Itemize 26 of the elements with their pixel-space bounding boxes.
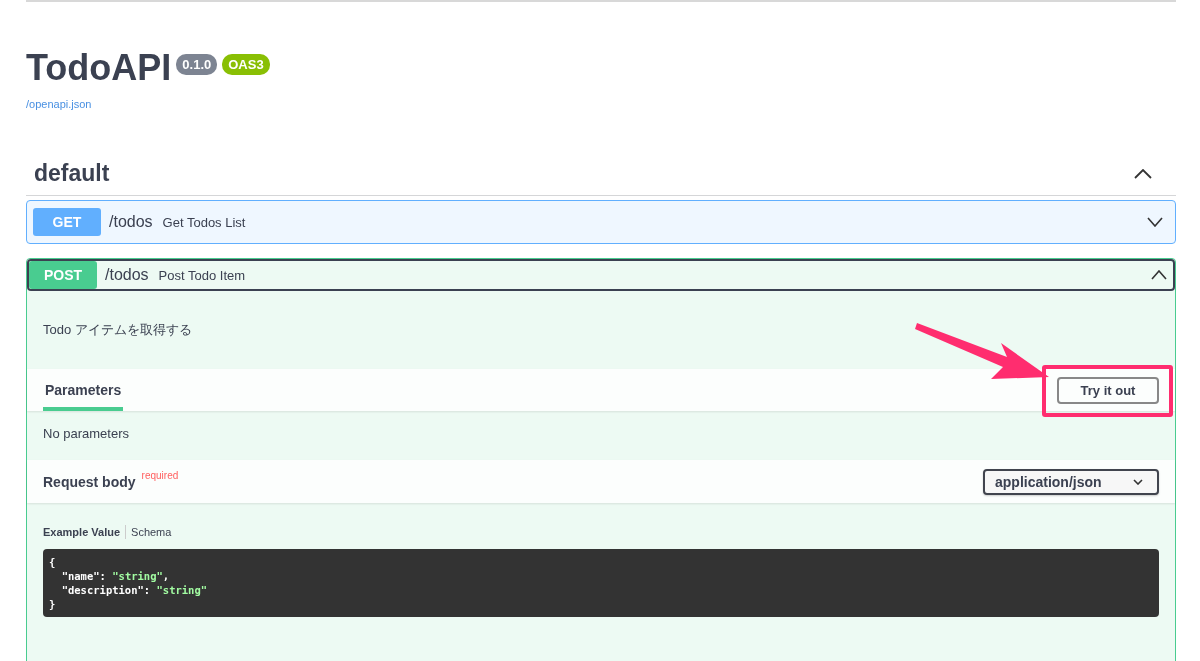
- method-badge: POST: [29, 261, 97, 289]
- spec-badge: OAS3: [222, 54, 270, 75]
- example-tab[interactable]: Schema: [131, 526, 172, 538]
- method-badge: GET: [33, 208, 101, 236]
- example-tab[interactable]: Example Value: [43, 526, 121, 538]
- content-type-select[interactable]: application/json: [983, 468, 1159, 495]
- try-it-out-button[interactable]: Try it out: [1057, 376, 1159, 404]
- endpoint-path: /todos: [105, 266, 149, 284]
- endpoint-summary: Post Todo Item: [158, 267, 247, 283]
- operation-description: Todo アイテムを取得する: [43, 321, 192, 339]
- operation-summary[interactable]: POST /todos Post Todo Item: [27, 259, 1175, 291]
- request-body-label: Request body: [43, 473, 136, 490]
- caret-icon: [1133, 478, 1143, 485]
- code-block: { "name": "string", "description": "string" }: [43, 549, 1159, 617]
- version-badge: 0.1.0: [176, 54, 218, 75]
- section-heading: default: [34, 160, 110, 187]
- endpoint-path: /todos: [109, 213, 153, 231]
- required-label: required: [141, 469, 179, 481]
- parameters-tab[interactable]: Parameters: [43, 373, 124, 411]
- operation-summary[interactable]: GET /todos Get Todos List: [27, 201, 1175, 243]
- api-title: TodoAPI: [26, 46, 172, 90]
- no-parameters-text: No parameters: [42, 425, 130, 443]
- chevron-icon[interactable]: [1147, 217, 1163, 227]
- chevron-icon[interactable]: [1134, 168, 1152, 179]
- chevron-icon[interactable]: [1151, 270, 1167, 280]
- endpoint-summary: Get Todos List: [162, 214, 247, 230]
